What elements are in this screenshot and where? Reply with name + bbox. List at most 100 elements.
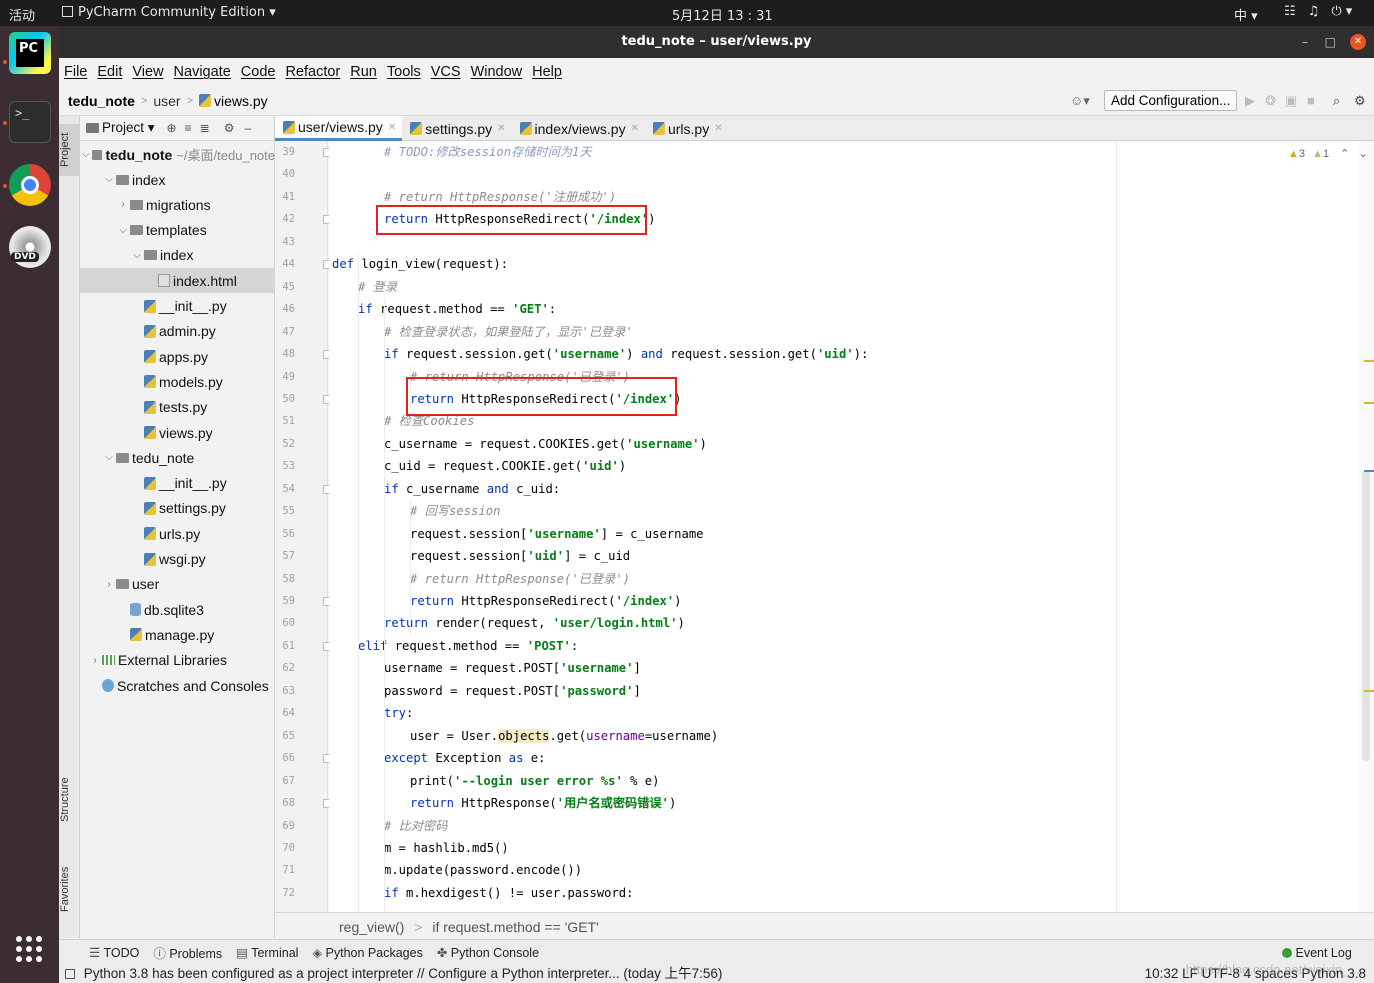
menu-file[interactable]: File — [64, 64, 87, 80]
tree-item[interactable]: admin.py — [80, 319, 275, 344]
scroll-thumb[interactable] — [1362, 471, 1370, 761]
close-tab-icon[interactable]: ✕ — [631, 123, 639, 134]
close-tab-icon[interactable]: ✕ — [497, 123, 505, 134]
settings-gear-icon[interactable]: ⚙ — [1354, 93, 1366, 109]
tree-item[interactable]: › migrations — [80, 192, 275, 217]
code-line[interactable]: c_uid = request.COOKIE.get('uid') — [384, 455, 626, 477]
close-tab-icon[interactable]: ✕ — [388, 122, 396, 133]
status-message[interactable]: Python 3.8 has been configured as a proj… — [84, 966, 723, 981]
menu-vcs[interactable]: VCS — [431, 64, 461, 80]
locate-icon[interactable]: ⊕ — [167, 121, 177, 135]
menu-refactor[interactable]: Refactor — [285, 64, 340, 80]
code-line[interactable]: # TODO:修改session存储时间为1天 — [384, 141, 592, 163]
tree-item[interactable]: apps.py — [80, 344, 275, 369]
terminal-dock-icon[interactable]: >_ — [9, 101, 51, 143]
activities-button[interactable]: 活动 — [9, 5, 35, 24]
tree-item[interactable]: › External Libraries — [80, 648, 275, 673]
code-line[interactable]: except Exception as e: — [384, 747, 545, 769]
tree-item[interactable]: ⌵ index — [80, 167, 275, 192]
tree-item[interactable]: urls.py — [80, 521, 275, 546]
show-apps-icon[interactable] — [16, 936, 42, 962]
minimize-button[interactable]: – — [1302, 26, 1308, 58]
chevron-right-icon[interactable]: › — [102, 579, 116, 590]
project-view-selector[interactable]: Project ▾ — [102, 120, 155, 136]
code-line[interactable]: c_username = request.COOKIES.get('userna… — [384, 433, 707, 455]
clock[interactable]: 5月12日 13 : 31 — [672, 5, 773, 24]
tree-item[interactable]: wsgi.py — [80, 547, 275, 572]
tree-item[interactable]: settings.py — [80, 496, 275, 521]
chevron-right-icon[interactable]: › — [116, 199, 130, 210]
code-line[interactable]: return HttpResponse('用户名或密码错误') — [410, 792, 676, 814]
chevron-down-icon[interactable]: ⌄ — [1358, 148, 1367, 160]
hide-panel-icon[interactable]: – — [244, 121, 251, 135]
chevron-down-icon[interactable]: ⌵ — [116, 225, 130, 236]
gear-icon[interactable]: ⚙ — [224, 121, 235, 135]
code-line[interactable]: username = request.POST['username'] — [384, 657, 641, 679]
tool-tab-todo[interactable]: ☰ TODO — [89, 945, 139, 960]
warning-marker[interactable] — [1364, 690, 1374, 692]
app-menu[interactable]: PyCharm Community Edition ▾ — [62, 5, 276, 20]
code-line[interactable]: request.session['uid'] = c_uid — [410, 545, 630, 567]
input-method-indicator[interactable]: 中 ▾ — [1234, 5, 1258, 24]
maximize-button[interactable]: □ — [1325, 26, 1336, 58]
pycharm-dock-icon[interactable]: PC — [9, 32, 51, 74]
debug-icon[interactable]: ❂ — [1265, 93, 1276, 109]
code-line[interactable]: if m.hexdigest() != user.password: — [384, 882, 634, 904]
code-line[interactable]: # 比对密码 — [384, 815, 447, 837]
code-line[interactable]: # 登录 — [358, 276, 397, 298]
nav-folder[interactable]: user — [153, 93, 180, 109]
system-tray[interactable]: ☷ ♫ ⏻ ▾ — [1284, 4, 1352, 19]
warning-marker[interactable] — [1364, 402, 1374, 404]
tool-tab-terminal[interactable]: ▤ Terminal — [236, 945, 298, 960]
breadcrumb-function[interactable]: reg_view() — [339, 919, 404, 935]
menu-navigate[interactable]: Navigate — [174, 64, 231, 80]
menu-help[interactable]: Help — [532, 64, 562, 80]
favorites-tool-tab[interactable]: Favorites — [59, 858, 80, 920]
tree-item[interactable]: ⌵ tedu_note — [80, 445, 275, 470]
chevron-up-icon[interactable]: ⌃ — [1340, 148, 1349, 160]
add-configuration-button[interactable]: Add Configuration... — [1104, 90, 1238, 111]
tree-item[interactable]: db.sqlite3 — [80, 597, 275, 622]
tool-tab-python-packages[interactable]: ◈ Python Packages — [312, 945, 422, 960]
search-icon[interactable]: ⌕ — [1333, 93, 1340, 109]
breadcrumb-condition[interactable]: if request.method == 'GET' — [432, 919, 598, 935]
nav-file[interactable]: views.py — [214, 93, 268, 109]
nav-project[interactable]: tedu_note — [68, 93, 135, 109]
project-tool-tab[interactable]: Project — [59, 124, 80, 176]
close-button[interactable]: ✕ — [1350, 34, 1366, 50]
code-line[interactable]: m = hashlib.md5() — [384, 837, 509, 859]
user-icon[interactable]: ☺▾ — [1070, 93, 1090, 109]
collapse-all-icon[interactable]: ≣ — [200, 121, 210, 135]
tree-root[interactable]: ⌵ tedu_note ~/桌面/tedu_note — [80, 142, 275, 167]
menu-window[interactable]: Window — [471, 64, 523, 80]
todo-marker[interactable] — [1364, 470, 1374, 472]
code-editor[interactable]: # TODO:修改session存储时间为1天 # return HttpResp… — [329, 141, 1374, 912]
tree-item[interactable]: ⌵ index — [80, 243, 275, 268]
menu-view[interactable]: View — [132, 64, 163, 80]
tree-item[interactable]: Scratches and Consoles — [80, 673, 275, 698]
close-tab-icon[interactable]: ✕ — [714, 123, 722, 134]
tree-item[interactable]: __init__.py — [80, 294, 275, 319]
tree-item[interactable]: tests.py — [80, 395, 275, 420]
code-line[interactable]: if request.method == 'GET': — [358, 298, 556, 320]
tool-tab-problems[interactable]: ⓘ Problems — [153, 943, 222, 962]
tree-item[interactable]: views.py — [80, 420, 275, 445]
code-line[interactable]: return render(request, 'user/login.html'… — [384, 612, 685, 634]
run-icon[interactable]: ▶ — [1245, 93, 1255, 109]
code-line[interactable]: # return HttpResponse('已登录') — [410, 568, 630, 590]
tree-item[interactable]: ⌵ templates — [80, 218, 275, 243]
code-line[interactable]: return HttpResponseRedirect('/index') — [410, 590, 682, 612]
editor-tab[interactable]: user/views.py ✕ — [275, 116, 403, 141]
code-line[interactable]: print('--login user error %s' % e) — [410, 770, 659, 792]
inspection-widget[interactable]: ▲3 ▲1 ⌃ ⌄ — [1288, 147, 1368, 160]
dvd-dock-icon[interactable]: DVD — [9, 226, 51, 268]
editor-scrollbar[interactable] — [1358, 141, 1374, 912]
editor-tab[interactable]: index/views.py ✕ — [512, 116, 645, 141]
chevron-right-icon[interactable]: › — [88, 655, 102, 666]
code-line[interactable]: if request.session.get('username') and r… — [384, 343, 868, 365]
tree-item[interactable]: › user — [80, 572, 275, 597]
editor-tab[interactable]: urls.py ✕ — [645, 116, 729, 141]
code-line[interactable]: password = request.POST['password'] — [384, 680, 641, 702]
structure-tool-tab[interactable]: Structure — [59, 766, 80, 834]
code-line[interactable]: elif request.method == 'POST': — [358, 635, 578, 657]
